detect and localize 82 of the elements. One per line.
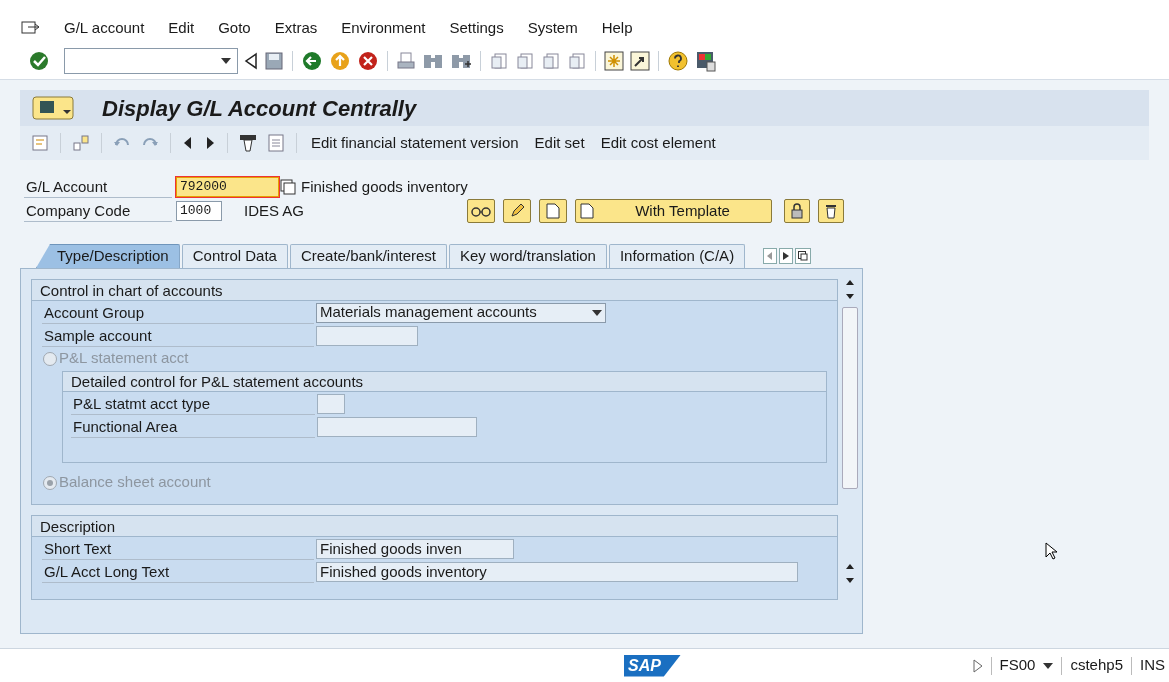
group-title: Control in chart of accounts: [32, 280, 837, 301]
screen-title: Display G/L Account Centrally: [102, 94, 417, 123]
delete-button[interactable]: [818, 199, 845, 223]
field-label: Functional Area: [71, 415, 315, 438]
input-field[interactable]: 792000: [176, 177, 279, 197]
layout-settings-icon[interactable]: [695, 49, 717, 72]
input-field[interactable]: [317, 416, 477, 437]
toolbar-button[interactable]: Edit cost element: [596, 130, 720, 156]
left-arrow-icon: [767, 252, 774, 260]
menu-item[interactable]: Help: [601, 16, 633, 40]
tab[interactable]: Information (C/A): [608, 244, 746, 268]
page-icon[interactable]: [580, 203, 595, 219]
cancel-icon[interactable]: [357, 49, 379, 72]
new-session-icon[interactable]: [604, 50, 624, 71]
help-icon[interactable]: [667, 49, 689, 72]
menu-item[interactable]: Extras: [274, 16, 318, 40]
menu-item[interactable]: G/L account: [64, 16, 145, 40]
mouse-pointer-icon: [1045, 542, 1057, 560]
dropdown-caret-icon[interactable]: [592, 309, 602, 316]
save-icon[interactable]: [264, 50, 284, 71]
scroll-thumb[interactable]: [842, 307, 858, 489]
copy-icon[interactable]: [279, 179, 297, 195]
create-button[interactable]: [539, 199, 568, 223]
field-label: G/L Acct Long Text: [42, 560, 314, 583]
edit-button[interactable]: [503, 199, 532, 223]
menu-icon[interactable]: [20, 20, 40, 36]
back-icon[interactable]: [301, 49, 323, 72]
menu-item[interactable]: System: [527, 16, 578, 40]
input-field[interactable]: [317, 393, 345, 414]
field-label: Company Code: [24, 200, 172, 222]
field-label: Sample account: [42, 324, 314, 347]
dropdown-caret-icon[interactable]: [221, 57, 231, 64]
display-change-button[interactable]: [467, 199, 496, 223]
menu-item[interactable]: Environment: [341, 16, 426, 40]
menu-item[interactable]: Edit: [168, 16, 195, 40]
shortcut-icon[interactable]: [630, 50, 650, 71]
transaction-code[interactable]: FS00: [999, 654, 1036, 677]
template-button[interactable]: With Template: [575, 199, 773, 223]
lock-icon[interactable]: [790, 203, 805, 219]
tab[interactable]: Key word/translation: [449, 244, 607, 268]
menu-item[interactable]: Settings: [449, 16, 504, 40]
list-icon: [798, 251, 809, 261]
tab-scroll-right-button[interactable]: [779, 248, 794, 264]
pencil-icon[interactable]: [509, 203, 526, 219]
radio-label: P&L statement acct: [59, 348, 189, 369]
enter-check-icon[interactable]: [28, 49, 50, 72]
toolbar-button[interactable]: Edit financial statement version: [307, 130, 523, 156]
command-field[interactable]: [64, 47, 238, 74]
group-title: Detailed control for P&L statement accounts: [63, 372, 826, 392]
input-field[interactable]: [316, 325, 418, 346]
input-field[interactable]: Finished goods inventory: [316, 561, 798, 582]
dropdown-field[interactable]: Materials management accounts: [316, 302, 606, 323]
server-name: cstehp5: [1070, 655, 1123, 676]
right-arrow-icon: [783, 252, 790, 260]
glasses-icon[interactable]: [471, 204, 492, 218]
radio-label: Balance sheet account: [59, 472, 211, 493]
back-triangle-icon[interactable]: [244, 51, 258, 70]
lock-button[interactable]: [784, 199, 811, 223]
screen-menu-icon[interactable]: [32, 96, 74, 120]
field-description: Finished goods inventory: [301, 176, 468, 197]
insert-mode: INS: [1140, 655, 1165, 676]
print-icon[interactable]: [396, 50, 416, 71]
tab[interactable]: Control Data: [181, 244, 288, 268]
field-label: Account Group: [42, 301, 314, 324]
field-label: P&L statmt acct type: [71, 392, 315, 415]
sap-logo: SAP: [624, 654, 681, 677]
group-title: Description: [32, 516, 837, 537]
page-icon[interactable]: [546, 203, 561, 219]
filter-icon[interactable]: [238, 133, 258, 153]
tab[interactable]: Type/Description: [36, 244, 180, 268]
status-expand-icon[interactable]: [972, 658, 983, 673]
dropdown-caret-icon[interactable]: [1043, 662, 1054, 669]
input-field[interactable]: Finished goods inven: [316, 538, 514, 559]
trash-icon[interactable]: [824, 203, 839, 219]
tab-list-button[interactable]: [795, 248, 812, 264]
field-label: G/L Account: [24, 176, 172, 198]
field-description: IDES AG: [244, 200, 305, 221]
input-field[interactable]: 1000: [176, 201, 222, 221]
toolbar-button[interactable]: Edit set: [530, 130, 589, 156]
field-label: Short Text: [42, 537, 314, 560]
tab[interactable]: Create/bank/interest: [289, 244, 447, 268]
menu-item[interactable]: Goto: [218, 16, 251, 40]
